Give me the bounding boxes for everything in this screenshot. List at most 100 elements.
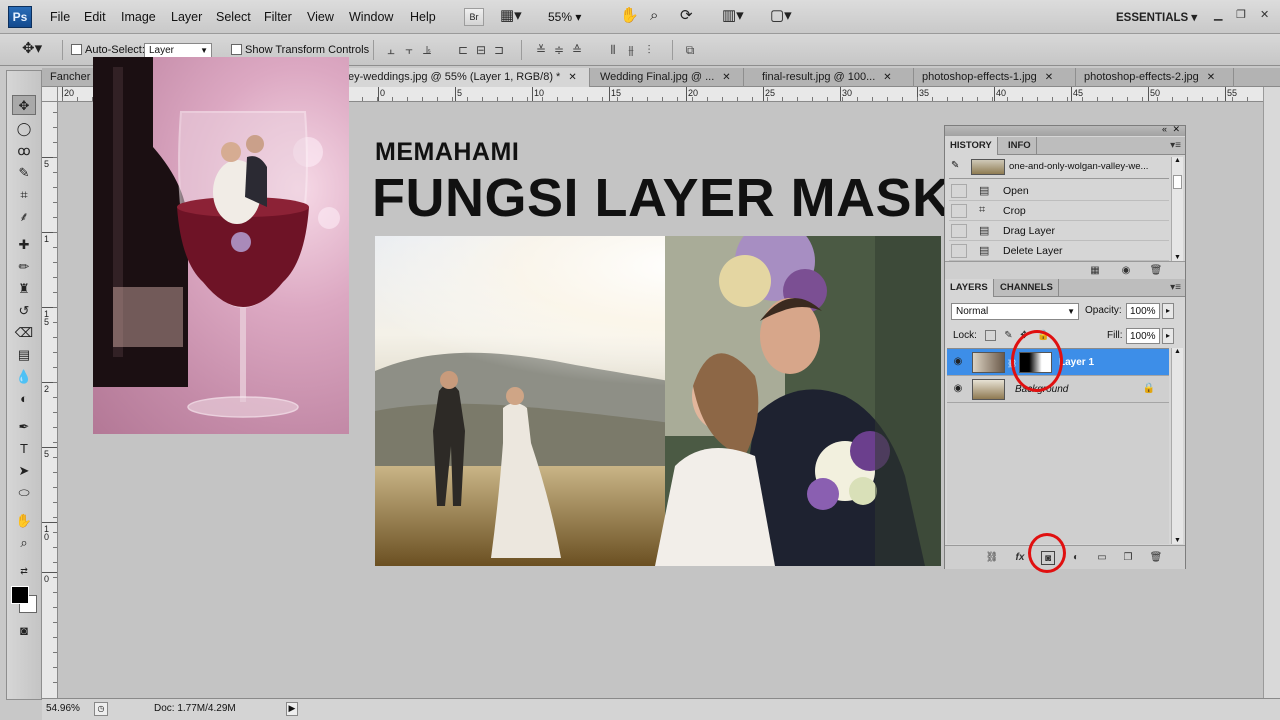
history-step[interactable]: ▤ Delete Layer [949, 241, 1169, 261]
wine-glass-photo[interactable] [93, 57, 349, 434]
status-menu-arrow[interactable]: ▶ [286, 702, 298, 716]
history-step[interactable]: ▤ Drag Layer [949, 221, 1169, 241]
layer-thumbnail[interactable] [972, 352, 1005, 373]
close-icon[interactable]: ✕ [883, 72, 891, 83]
hand-tool-icon[interactable]: ✋ [12, 511, 36, 531]
trash-icon[interactable]: 🗑 [1149, 264, 1163, 278]
history-step[interactable]: ▤ Open [949, 181, 1169, 201]
blend-mode-dropdown[interactable]: Normal ▼ [951, 303, 1079, 320]
close-icon[interactable]: ✕ [1207, 72, 1215, 83]
history-step[interactable]: ⌗ Crop [949, 201, 1169, 221]
type-tool-icon[interactable]: T [12, 439, 36, 459]
gradient-tool-icon[interactable]: ▤ [12, 345, 36, 365]
foreground-color-swatch[interactable] [11, 586, 29, 604]
zoom-tool-icon[interactable]: ⌕ [12, 533, 36, 553]
tab-history[interactable]: HISTORY [945, 137, 998, 155]
new-snapshot-icon[interactable]: ◉ [1119, 264, 1133, 278]
healing-brush-icon[interactable]: ✚ [12, 235, 36, 255]
scroll-up-icon[interactable]: ▲ [1174, 157, 1181, 164]
visibility-eye-icon[interactable]: ◉ [951, 356, 965, 368]
adjustment-layer-icon[interactable]: ◐ [1069, 551, 1083, 565]
align-left-icon[interactable]: ⊏ [455, 42, 471, 58]
close-icon[interactable]: ✕ [1172, 124, 1180, 135]
clone-stamp-icon[interactable]: ♜ [12, 279, 36, 299]
move-tool-icon[interactable]: ✥ [12, 95, 36, 115]
zoom-level-dropdown[interactable]: 55% ▾ [548, 10, 581, 24]
menu-layer[interactable]: Layer [171, 10, 202, 24]
doc-tab-active[interactable]: ey-weddings.jpg @ 55% (Layer 1, RGB/8) *… [340, 68, 590, 87]
menu-view[interactable]: View [307, 10, 334, 24]
distribute-hcenter-icon[interactable]: ⫵ [623, 42, 639, 58]
lock-transparent-icon[interactable] [985, 330, 996, 341]
doc-tab-effects-2[interactable]: photoshop-effects-2.jpg ✕ [1076, 68, 1234, 87]
opacity-slider-toggle[interactable]: ▸ [1162, 303, 1174, 319]
close-icon[interactable]: ✕ [1045, 72, 1053, 83]
hand-tool-icon[interactable]: ✋ [620, 7, 639, 25]
distribute-vcenter-icon[interactable]: ≑ [551, 42, 567, 58]
history-snapshot[interactable]: ✎ one-and-only-wolgan-valley-we... [949, 157, 1169, 179]
doc-tab-final-result[interactable]: final-result.jpg @ 100... ✕ [754, 68, 914, 87]
eyedropper-tool-icon[interactable]: ⸙ [12, 207, 36, 227]
distribute-left-icon[interactable]: ⫴ [605, 42, 621, 58]
arrange-documents-icon[interactable]: ▥▾ [722, 7, 744, 25]
scroll-thumb[interactable] [1173, 175, 1182, 189]
layer-row-background[interactable]: ◉ Background 🔒 [947, 376, 1169, 403]
eraser-tool-icon[interactable]: ⌫ [12, 323, 36, 343]
brush-tool-icon[interactable]: ✏ [12, 257, 36, 277]
trash-icon[interactable]: 🗑 [1149, 551, 1163, 565]
align-hcenter-icon[interactable]: ⊟ [473, 42, 489, 58]
path-selection-icon[interactable]: ➤ [12, 461, 36, 481]
new-document-from-state-icon[interactable]: ▦ [1088, 264, 1102, 278]
menu-select[interactable]: Select [216, 10, 251, 24]
dodge-tool-icon[interactable]: ◐ [12, 389, 36, 409]
ruler-vertical[interactable]: 5 1 1 5 2 5 1 0 0 [42, 102, 58, 700]
menu-file[interactable]: File [50, 10, 70, 24]
scroll-up-icon[interactable]: ▲ [1174, 348, 1181, 355]
tab-layers[interactable]: LAYERS [945, 279, 994, 297]
menu-image[interactable]: Image [121, 10, 156, 24]
status-info-icon[interactable]: ◷ [94, 702, 108, 716]
doc-tab-wedding-final[interactable]: Wedding Final.jpg @ ... ✕ [592, 68, 744, 87]
zoom-percentage[interactable]: 54.96% [46, 703, 80, 714]
blur-tool-icon[interactable]: 💧 [12, 367, 36, 387]
scroll-down-icon[interactable]: ▼ [1174, 254, 1181, 261]
rotate-view-icon[interactable]: ⟳ [680, 7, 693, 25]
crop-tool-icon[interactable]: ⌗ [12, 185, 36, 205]
ruler-origin[interactable] [42, 87, 58, 102]
menu-window[interactable]: Window [349, 10, 393, 24]
tab-info[interactable]: INFO [1003, 137, 1037, 155]
minimize-icon[interactable]: ▁ [1214, 8, 1222, 21]
close-icon[interactable]: ✕ [722, 72, 730, 83]
marquee-tool-icon[interactable]: ◯ [12, 119, 36, 139]
panel-menu-icon[interactable]: ▾≡ [1170, 140, 1181, 151]
doc-tab-fancher[interactable]: Fancher [42, 68, 94, 87]
auto-select-checkbox[interactable] [71, 44, 82, 55]
visibility-eye-icon[interactable]: ◉ [951, 383, 965, 395]
panel-menu-icon[interactable]: ▾≡ [1170, 282, 1181, 293]
new-group-folder-icon[interactable]: ▭ [1095, 551, 1109, 565]
menu-filter[interactable]: Filter [264, 10, 292, 24]
history-brush-icon[interactable]: ↺ [12, 301, 36, 321]
align-right-icon[interactable]: ⊐ [491, 42, 507, 58]
layer-name[interactable]: Layer 1 [1059, 357, 1094, 368]
close-icon[interactable]: ✕ [568, 72, 576, 83]
tab-channels[interactable]: CHANNELS [995, 279, 1059, 297]
layer-style-fx-icon[interactable]: fx [1013, 551, 1027, 565]
distribute-bottom-icon[interactable]: ≙ [569, 42, 585, 58]
align-vcenter-icon[interactable]: ⫟ [401, 42, 417, 58]
auto-align-layers-icon[interactable]: ⧉ [682, 42, 698, 58]
pen-tool-icon[interactable]: ✒ [12, 417, 36, 437]
view-extras-icon[interactable]: ▦▾ [500, 7, 522, 25]
menu-edit[interactable]: Edit [84, 10, 106, 24]
move-tool-preset-icon[interactable]: ✥▾ [22, 40, 42, 58]
quick-mask-icon[interactable]: ◙ [12, 621, 36, 641]
close-icon[interactable]: ✕ [1260, 8, 1269, 21]
opacity-input[interactable]: 100% [1126, 303, 1160, 319]
align-top-icon[interactable]: ⫠ [383, 42, 399, 58]
distribute-right-icon[interactable]: ⫶ [641, 42, 657, 58]
show-transform-checkbox[interactable] [231, 44, 242, 55]
vertical-scrollbar[interactable] [1263, 87, 1280, 698]
align-bottom-icon[interactable]: ⫡ [419, 42, 435, 58]
screen-mode-icon[interactable]: ▢▾ [770, 7, 792, 25]
layers-scrollbar[interactable]: ▲ ▼ [1171, 348, 1183, 544]
